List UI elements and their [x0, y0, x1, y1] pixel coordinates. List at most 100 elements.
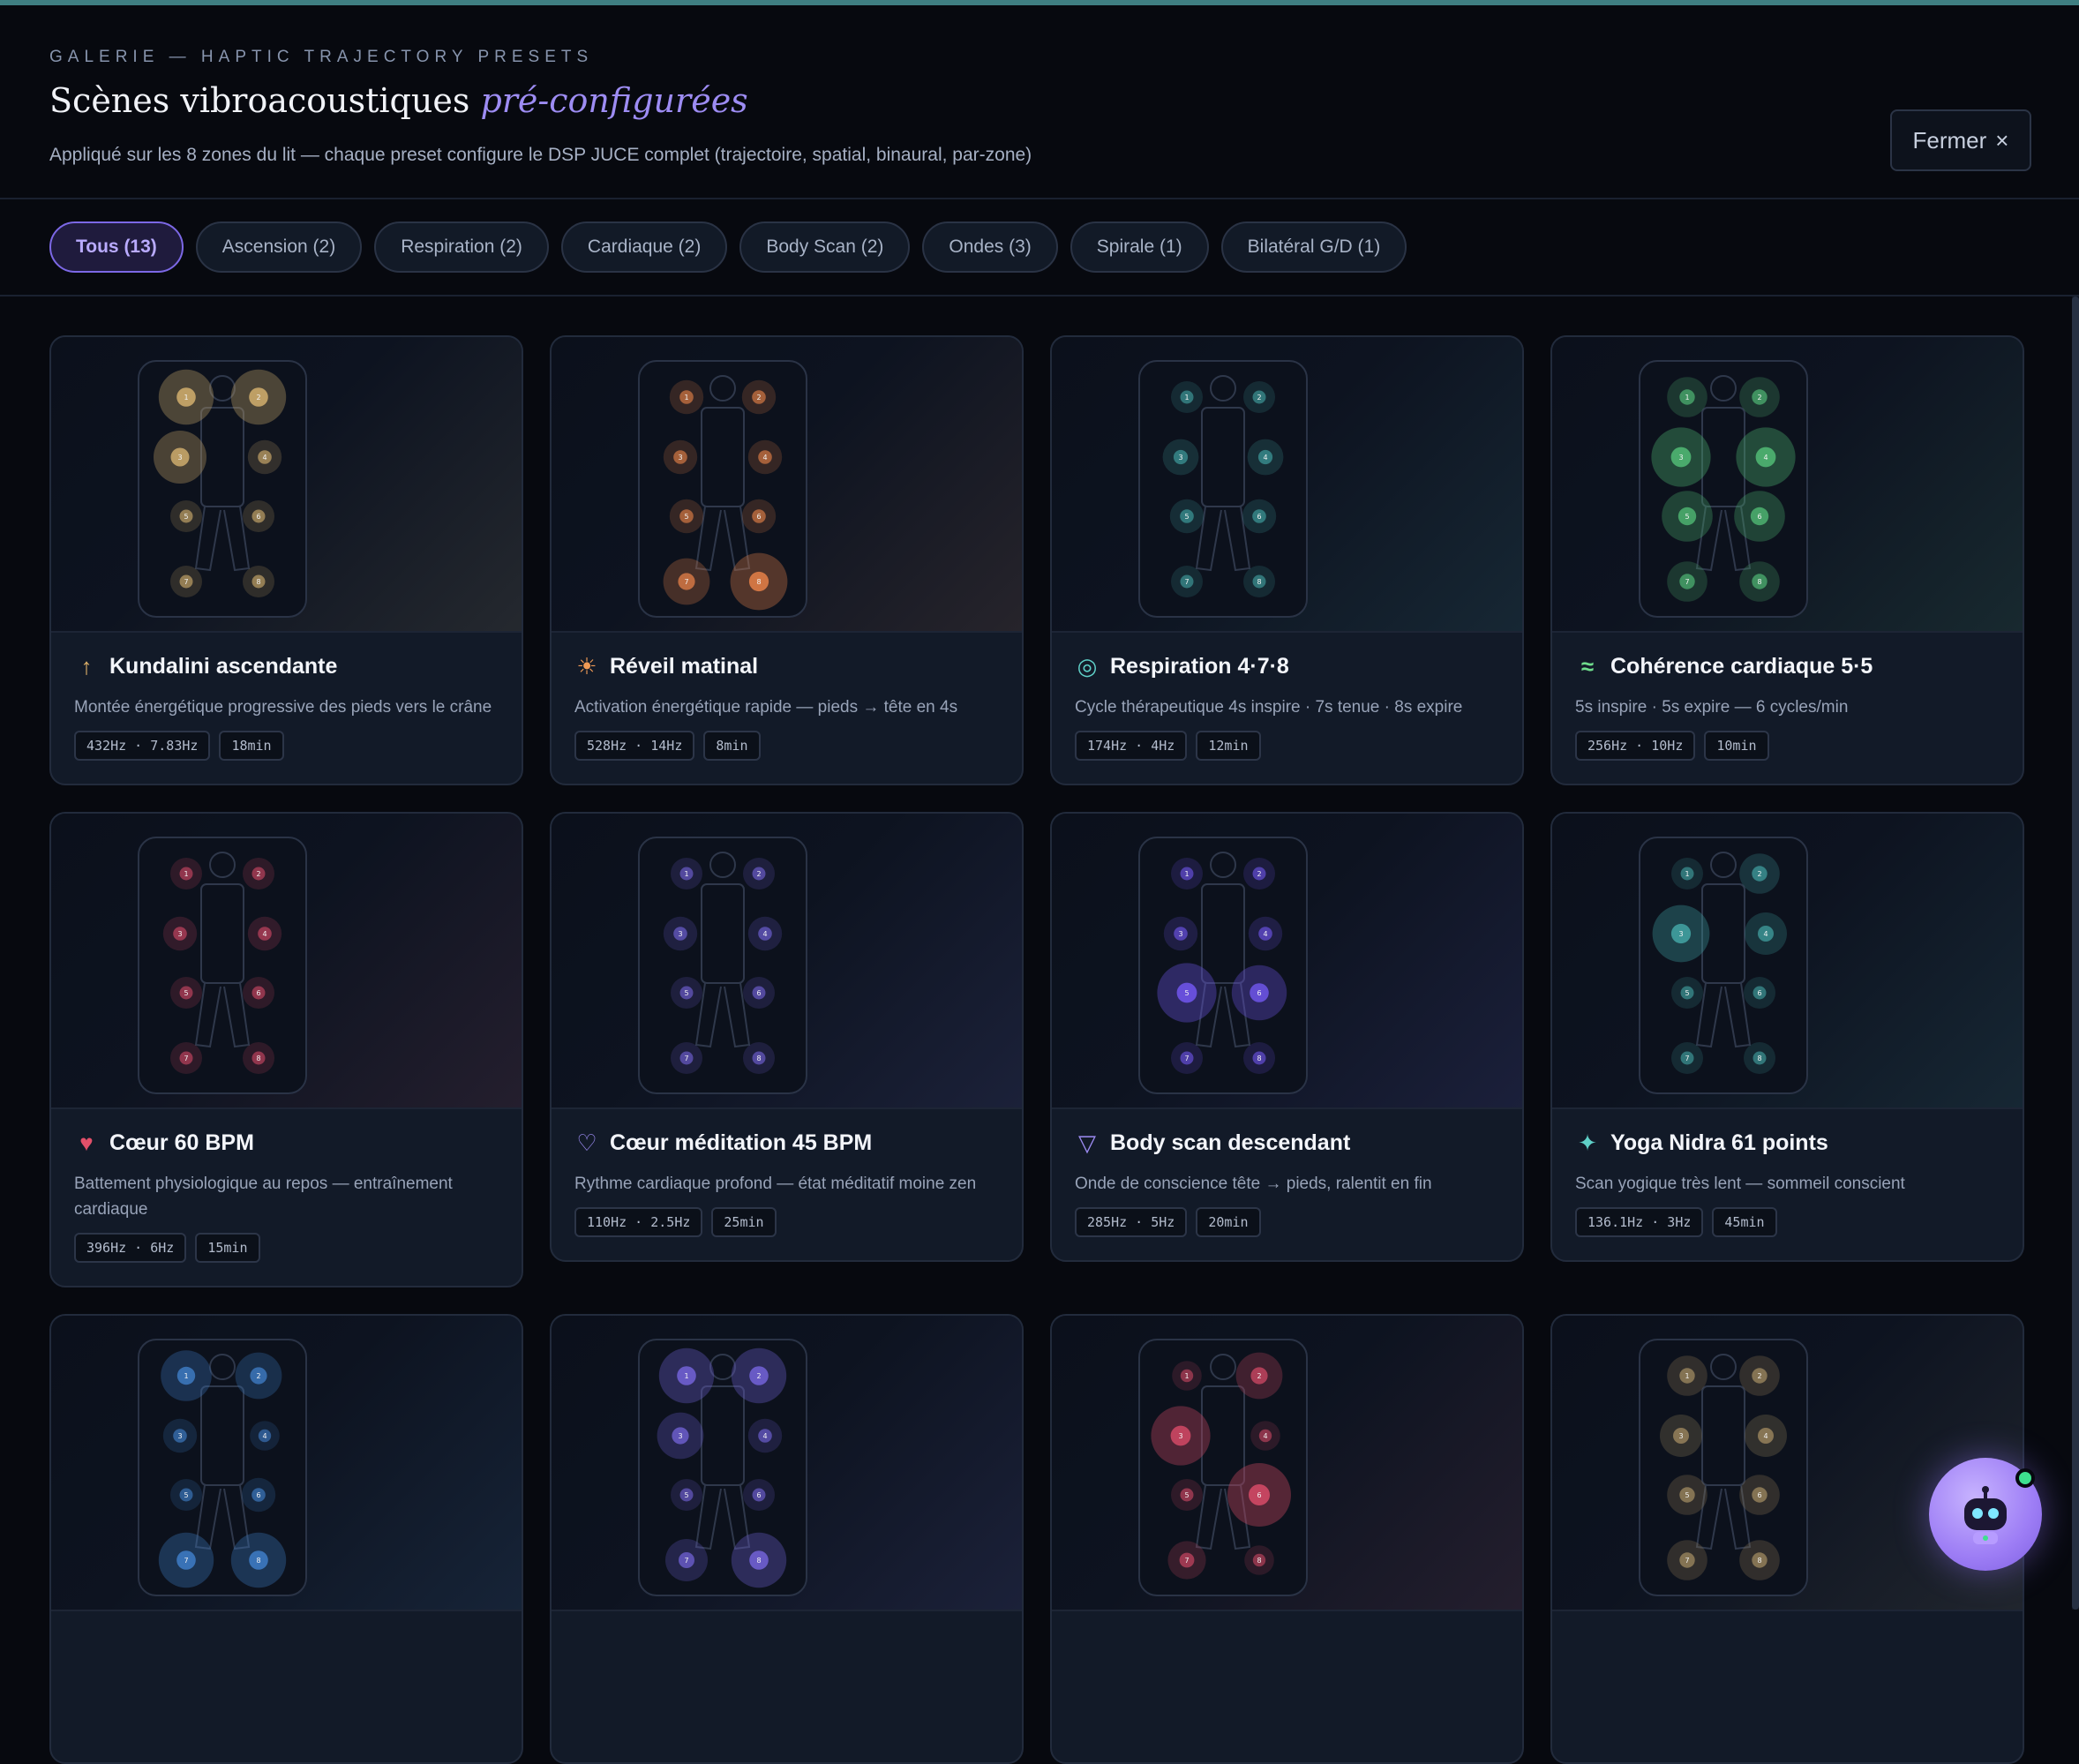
bed-frame: [1138, 360, 1308, 618]
zone-number: 6: [756, 1491, 761, 1499]
zone-number: 8: [256, 578, 260, 586]
frequency-tag: 396Hz · 6Hz: [74, 1233, 187, 1263]
zone-number: 2: [1257, 870, 1261, 878]
zone-number: 2: [756, 394, 761, 402]
frequency-tag: 432Hz · 7.83Hz: [74, 731, 211, 761]
preset-card[interactable]: 1 2 3 4 5 6 7 8 ◎ Respiration 4·7·8 Cycle thérapeu…: [1050, 335, 1524, 785]
heart-filled-icon: ♥: [79, 1130, 94, 1156]
zone-number: 6: [1257, 513, 1261, 521]
zone-number: 2: [1757, 394, 1761, 402]
preset-title: Respiration 4·7·8: [1110, 654, 1289, 679]
zone-number: 8: [256, 1055, 260, 1062]
zone-number: 2: [1257, 394, 1261, 402]
bed-zone-diagram: 1 2 3 4 5 6 7 8: [638, 837, 807, 1094]
zone-number: 2: [756, 1372, 761, 1380]
preset-preview: 1 2 3 4 5 6 7 8: [552, 337, 1022, 633]
zone-number: 3: [678, 930, 682, 938]
preset-body: ♡ Cœur méditation 45 BPM Rythme cardiaque …: [574, 1130, 999, 1237]
preset-card[interactable]: 1 2 3 4 5 6 7 8 ♡ Cœur méditation 45 BPM Rythme ca…: [550, 812, 1024, 1262]
bed-zone-diagram: 1 2 3 4 5 6 7 8: [1138, 360, 1308, 618]
breath-ring-icon: ◎: [1077, 653, 1098, 679]
zone-number: 3: [1178, 930, 1182, 938]
preset-tags: 136.1Hz · 3Hz 45min: [1575, 1207, 2000, 1237]
preset-card[interactable]: 1 2 3 4 5 6 7 8 ♥ Cœur 60 BPM Battement physiologi…: [49, 812, 523, 1287]
filter-chip[interactable]: Bilatéral G/D (1): [1220, 221, 1407, 273]
scrollbar-thumb[interactable]: [2072, 297, 2079, 1610]
preset-title-row: ☀ Réveil matinal: [574, 653, 999, 680]
preset-title: Kundalini ascendante: [109, 654, 338, 679]
duration-tag: 10min: [1704, 731, 1769, 761]
preset-tags: 528Hz · 14Hz 8min: [574, 731, 999, 761]
preset-title: Yoga Nidra 61 points: [1610, 1130, 1828, 1155]
preset-body: ◎ Respiration 4·7·8 Cycle thérapeutique 4s…: [1075, 653, 1499, 761]
zone-number: 7: [1184, 1557, 1189, 1565]
zone-number: 8: [1257, 1055, 1261, 1062]
filter-chip[interactable]: Ascension (2): [195, 221, 363, 273]
zone-number: 6: [1757, 513, 1761, 521]
preset-card[interactable]: 1 2 3 4 5 6 7 8: [1050, 1314, 1524, 1764]
preset-title-row: ◎ Respiration 4·7·8: [1075, 653, 1499, 680]
preset-card[interactable]: 1 2 3 4 5 6 7 8 ≈ Cohérence cardiaque 5·5 5s inspi…: [1550, 335, 2024, 785]
zone-number: 8: [1257, 578, 1261, 586]
filter-chip[interactable]: Spirale (1): [1070, 221, 1209, 273]
zone-number: 5: [684, 1491, 688, 1499]
zone-number: 1: [1685, 394, 1689, 402]
zone-number: 7: [1184, 1055, 1189, 1062]
preset-tags: 256Hz · 10Hz 10min: [1575, 731, 2000, 761]
zone-number: 6: [1257, 989, 1261, 997]
frequency-tag: 528Hz · 14Hz: [574, 731, 695, 761]
preset-title-row: ↑ Kundalini ascendante: [74, 653, 499, 680]
preset-title: Cœur méditation 45 BPM: [610, 1130, 873, 1155]
zone-number: 5: [1184, 1491, 1189, 1499]
preset-preview: 1 2 3 4 5 6 7 8: [51, 1316, 522, 1611]
zone-number: 1: [1184, 1372, 1189, 1380]
filter-chip[interactable]: Tous (13): [49, 221, 184, 273]
preset-card[interactable]: 1 2 3 4 5 6 7 8 ↑ Kundalini ascendante Montée éner…: [49, 335, 523, 785]
preset-preview: 1 2 3 4 5 6 7 8: [552, 1316, 1022, 1611]
preset-card[interactable]: 1 2 3 4 5 6 7 8: [550, 1314, 1024, 1764]
zone-number: 7: [184, 1557, 188, 1565]
assistant-bot-button[interactable]: [1929, 1458, 2042, 1571]
preset-card[interactable]: 1 2 3 4 5 6 7 8 ✦ Yoga Nidra 61 points Scan yogiqu…: [1550, 812, 2024, 1262]
bed-zone-diagram: 1 2 3 4 5 6 7 8: [638, 360, 807, 618]
preset-card[interactable]: 1 2 3 4 5 6 7 8: [49, 1314, 523, 1764]
zone-number: 8: [756, 1055, 761, 1062]
preset-tags: 174Hz · 4Hz 12min: [1075, 731, 1499, 761]
close-icon: ×: [1995, 126, 2009, 154]
zone-number: 3: [678, 1432, 682, 1440]
scrollbar[interactable]: [2072, 297, 2079, 1610]
zone-number: 1: [684, 870, 688, 878]
bed-frame: [638, 837, 807, 1094]
zone-number: 7: [1685, 1557, 1689, 1565]
zone-number: 4: [762, 1432, 767, 1440]
preset-description: Activation énergétique rapide — pieds → …: [574, 698, 958, 717]
zone-number: 4: [762, 930, 767, 938]
preset-card[interactable]: 1 2 3 4 5 6 7 8 ☀ Réveil matinal Activation énergé…: [550, 335, 1024, 785]
preset-body: ▽ Body scan descendant Onde de conscience …: [1075, 1130, 1499, 1237]
zone-number: 8: [1757, 1055, 1761, 1062]
zone-number: 1: [184, 394, 188, 402]
page-subtitle: Appliqué sur les 8 zones du lit — chaque…: [49, 145, 1032, 165]
filter-chip[interactable]: Cardiaque (2): [560, 221, 728, 273]
preset-preview: 1 2 3 4 5 6 7 8: [51, 814, 522, 1109]
zone-number: 4: [262, 1432, 266, 1440]
filter-chip[interactable]: Respiration (2): [374, 221, 549, 273]
zone-number: 5: [1685, 989, 1689, 997]
bed-zone-diagram: 1 2 3 4 5 6 7 8: [138, 360, 307, 618]
zone-number: 7: [184, 578, 188, 586]
preset-preview: 1 2 3 4 5 6 7 8: [1052, 337, 1522, 633]
preset-title-row: ≈ Cohérence cardiaque 5·5: [1575, 653, 2000, 680]
bed-frame: [1639, 360, 1808, 618]
filter-chip[interactable]: Ondes (3): [922, 221, 1058, 273]
zone-number: 4: [1263, 930, 1267, 938]
zone-number: 3: [1678, 454, 1683, 462]
zone-number: 3: [177, 454, 182, 462]
zone-number: 7: [1184, 578, 1189, 586]
frequency-tag: 285Hz · 5Hz: [1075, 1207, 1188, 1237]
zone-number: 4: [1263, 454, 1267, 462]
filter-chip[interactable]: Body Scan (2): [739, 221, 911, 273]
preset-card[interactable]: 1 2 3 4 5 6 7 8 ▽ Body scan descendant Onde de con…: [1050, 812, 1524, 1262]
preset-tags: 110Hz · 2.5Hz 25min: [574, 1207, 999, 1237]
bed-frame: [1138, 837, 1308, 1094]
close-button[interactable]: Fermer ×: [1890, 109, 2031, 171]
